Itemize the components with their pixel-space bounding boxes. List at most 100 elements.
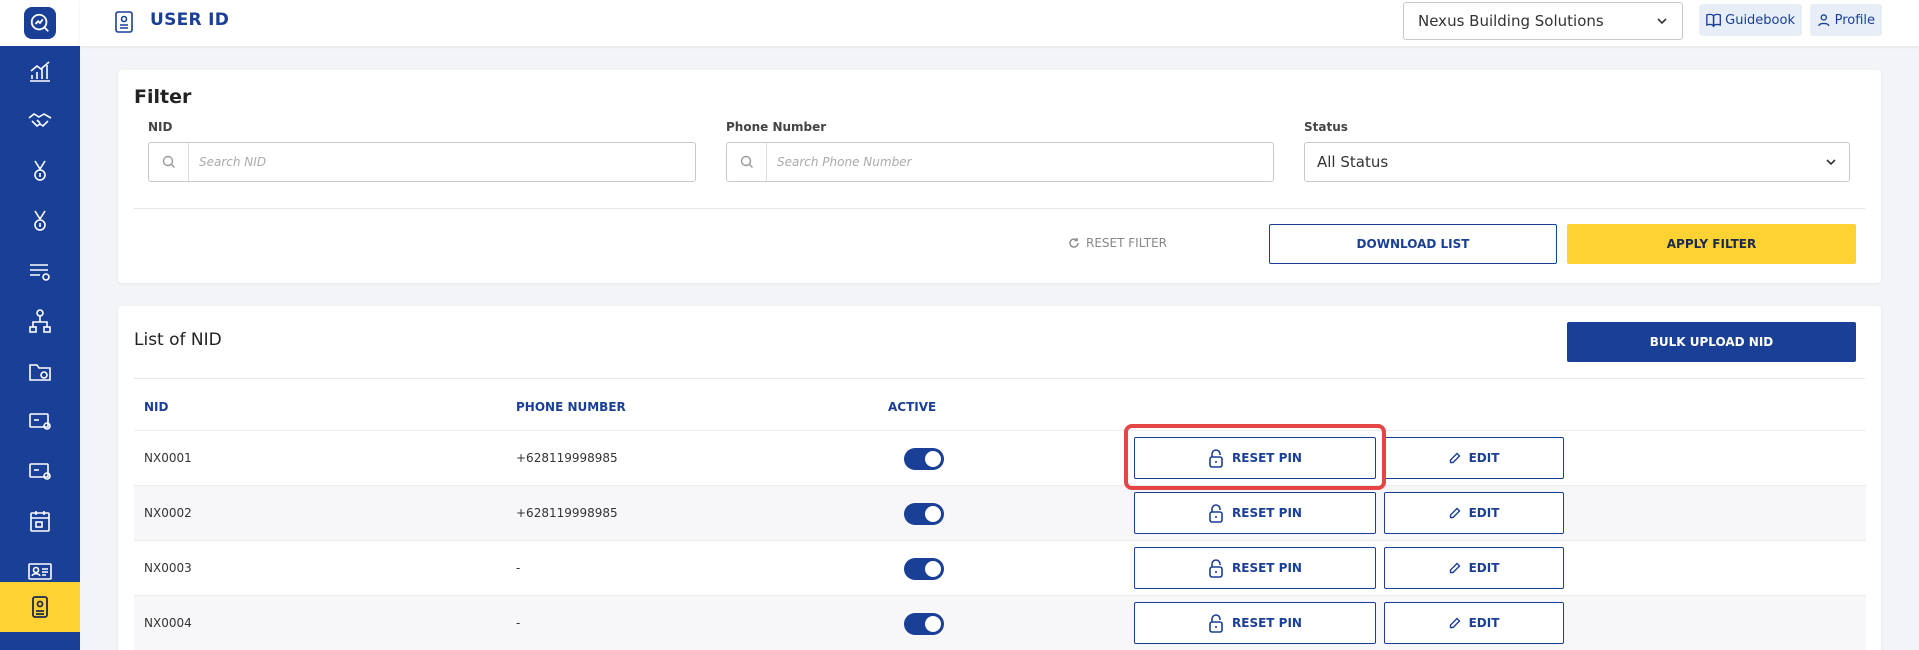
refresh-icon (1069, 238, 1079, 248)
status-select-value: All Status (1317, 153, 1389, 171)
reset-pin-label: RESET PIN (1232, 561, 1302, 575)
chevron-down-icon (1657, 18, 1667, 25)
apply-filter-button[interactable]: APPLY FILTER (1567, 224, 1856, 264)
reset-pin-label: RESET PIN (1232, 506, 1302, 520)
column-header-nid: NID (144, 400, 169, 414)
sidebar (0, 0, 80, 650)
sidebar-item-tasks[interactable] (0, 246, 80, 296)
table-row: NX0001 +628119998985 RESET PIN EDIT (134, 430, 1866, 485)
phone-cell: +628119998985 (516, 451, 618, 465)
lock-open-icon (1209, 504, 1223, 523)
table-row: NX0003 - RESET PIN EDIT (134, 540, 1866, 595)
reset-filter-label: RESET FILTER (1086, 236, 1167, 250)
medal-icon (34, 210, 46, 231)
edit-label: EDIT (1468, 506, 1500, 520)
nid-cell: NX0003 (144, 561, 192, 575)
chart-growth-icon (30, 61, 50, 82)
nid-cell: NX0002 (144, 506, 192, 520)
lock-open-icon (1209, 614, 1223, 633)
card-settings-icon (29, 413, 51, 430)
handshake-icon (28, 113, 52, 128)
edit-button[interactable]: EDIT (1384, 437, 1564, 479)
sidebar-item-calendar[interactable] (0, 496, 80, 546)
reset-pin-button[interactable]: RESET PIN (1134, 602, 1376, 644)
hierarchy-icon (29, 309, 51, 333)
sidebar-item-structure[interactable] (0, 296, 80, 346)
company-select-value: Nexus Building Solutions (1418, 12, 1604, 30)
filter-card: Filter NID Phone Number Status All Statu… (118, 70, 1881, 283)
book-icon (1706, 13, 1721, 28)
active-toggle[interactable] (904, 448, 944, 470)
nid-cell: NX0001 (144, 451, 192, 465)
profile-button[interactable]: Profile (1810, 4, 1882, 36)
table-row: NX0004 - RESET PIN EDIT (134, 595, 1866, 650)
status-label: Status (1304, 120, 1348, 134)
download-list-button[interactable]: DOWNLOAD LIST (1269, 224, 1557, 264)
status-select[interactable]: All Status (1304, 142, 1850, 182)
nid-search-box (148, 142, 696, 182)
sidebar-item-rewards[interactable] (0, 146, 80, 196)
edit-button[interactable]: EDIT (1384, 602, 1564, 644)
phone-cell: - (516, 616, 521, 630)
id-card-icon (28, 563, 52, 580)
reset-pin-label: RESET PIN (1232, 451, 1302, 465)
reset-pin-button[interactable]: RESET PIN (1134, 437, 1376, 479)
bulk-upload-nid-button[interactable]: BULK UPLOAD NID (1567, 322, 1856, 362)
search-icon (149, 143, 189, 181)
list-settings-icon (30, 264, 50, 281)
lock-open-icon (1209, 449, 1223, 468)
reset-filter-button[interactable]: RESET FILTER (1068, 236, 1167, 250)
phone-search-box (726, 142, 1274, 182)
nid-search-input[interactable] (189, 155, 679, 169)
nid-label: NID (148, 120, 173, 134)
pencil-icon (1449, 452, 1461, 464)
sidebar-item-files[interactable] (0, 346, 80, 396)
column-header-active: ACTIVE (888, 400, 937, 414)
user-id-icon (115, 11, 133, 33)
folder-clock-icon (29, 364, 51, 381)
app-logo[interactable] (24, 7, 56, 39)
sidebar-item-card-settings[interactable] (0, 446, 80, 496)
table-row: NX0002 +628119998985 RESET PIN EDIT (134, 485, 1866, 540)
active-toggle[interactable] (904, 613, 944, 635)
pencil-icon (1449, 507, 1461, 519)
edit-label: EDIT (1468, 561, 1500, 575)
pencil-icon (1449, 617, 1461, 629)
sidebar-item-partners[interactable] (0, 96, 80, 146)
reset-pin-button[interactable]: RESET PIN (1134, 547, 1376, 589)
pencil-icon (1449, 562, 1461, 574)
card-settings-icon (29, 463, 51, 480)
user-id-icon (32, 596, 48, 618)
sidebar-item-cards[interactable] (0, 396, 80, 446)
phone-search-input[interactable] (767, 155, 1257, 169)
sidebar-item-achievements[interactable] (0, 196, 80, 246)
sidebar-item-user-id[interactable] (0, 582, 80, 632)
guidebook-button[interactable]: Guidebook (1699, 4, 1802, 36)
list-divider (134, 378, 1865, 379)
page-title: USER ID (150, 10, 230, 30)
nid-cell: NX0004 (144, 616, 192, 630)
sidebar-item-dashboard[interactable] (0, 46, 80, 96)
company-select[interactable]: Nexus Building Solutions (1403, 2, 1683, 40)
reset-pin-button[interactable]: RESET PIN (1134, 492, 1376, 534)
guidebook-label: Guidebook (1725, 12, 1795, 28)
active-toggle[interactable] (904, 558, 944, 580)
list-card: List of NID BULK UPLOAD NID NID PHONE NU… (118, 306, 1881, 650)
phone-label: Phone Number (726, 120, 827, 134)
list-title: List of NID (134, 330, 222, 350)
column-header-phone: PHONE NUMBER (516, 400, 626, 414)
profile-label: Profile (1834, 12, 1875, 28)
user-icon (1818, 14, 1830, 27)
edit-label: EDIT (1468, 616, 1500, 630)
search-icon (727, 143, 767, 181)
edit-button[interactable]: EDIT (1384, 492, 1564, 534)
phone-cell: - (516, 561, 521, 575)
filter-title: Filter (134, 86, 192, 108)
edit-button[interactable]: EDIT (1384, 547, 1564, 589)
active-toggle[interactable] (904, 503, 944, 525)
edit-label: EDIT (1468, 451, 1500, 465)
logo-area (0, 0, 80, 46)
lock-open-icon (1209, 559, 1223, 578)
calendar-icon (30, 511, 50, 532)
filter-divider (134, 208, 1865, 209)
